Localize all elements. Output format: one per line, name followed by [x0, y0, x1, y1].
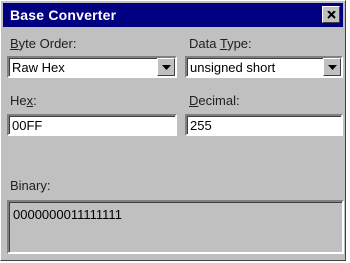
byte-order-value: Raw Hex	[12, 60, 65, 75]
byte-order-label: Byte Order:	[10, 36, 77, 51]
decimal-label: Decimal:	[189, 93, 240, 108]
byte-order-select[interactable]: Raw Hex	[7, 56, 177, 78]
chevron-down-icon	[161, 64, 171, 70]
byte-order-dropdown-button[interactable]	[157, 58, 175, 76]
hex-input[interactable]: 00FF	[7, 114, 177, 136]
decimal-input[interactable]: 255	[185, 114, 343, 136]
title-bar[interactable]: Base Converter	[3, 3, 343, 27]
hex-value: 00FF	[12, 118, 43, 133]
close-button[interactable]	[322, 6, 340, 23]
binary-output[interactable]: 0000000011111111	[7, 200, 344, 254]
binary-value: 0000000011111111	[13, 207, 122, 222]
close-icon	[326, 10, 336, 19]
base-converter-dialog: Base Converter Byte Order: Raw Hex Data …	[0, 0, 346, 261]
data-type-select[interactable]: unsigned short	[185, 56, 343, 78]
decimal-value: 255	[190, 118, 212, 133]
data-type-label: Data Type:	[189, 36, 252, 51]
data-type-dropdown-button[interactable]	[323, 58, 341, 76]
hex-label: Hex:	[10, 93, 37, 108]
window-title: Base Converter	[10, 7, 117, 23]
chevron-down-icon	[327, 64, 337, 70]
binary-label: Binary:	[10, 178, 51, 193]
data-type-value: unsigned short	[190, 60, 276, 75]
